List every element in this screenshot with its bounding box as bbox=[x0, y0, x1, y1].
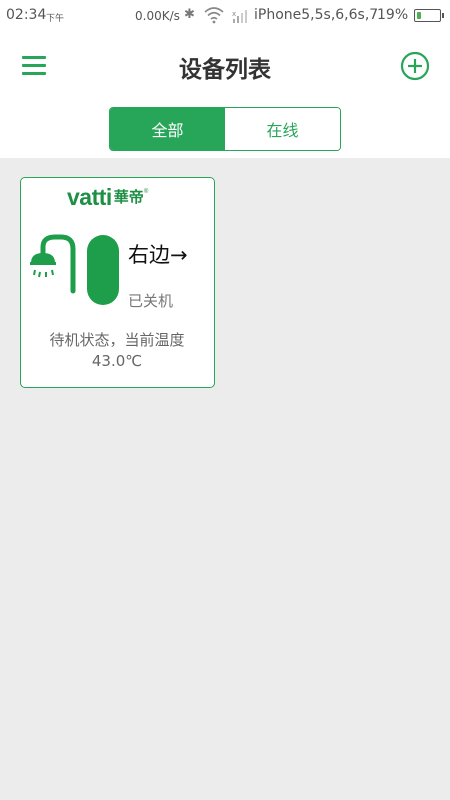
device-status-line: 待机状态，当前温度 bbox=[49, 331, 185, 349]
plus-circle-icon[interactable] bbox=[400, 51, 430, 81]
brand-logo-en: vatti bbox=[67, 184, 112, 210]
tab-all[interactable]: 全部 bbox=[110, 108, 225, 150]
battery-percent: 19% bbox=[377, 7, 409, 23]
status-bar: 02:34 下午 0.00K/s ✱ x iPhone5,5s,6,6s,7 1… bbox=[0, 0, 450, 32]
battery-icon bbox=[414, 9, 444, 22]
page-title: 设备列表 bbox=[179, 57, 271, 83]
device-status: 待机状态，当前温度 43.0℃ bbox=[21, 330, 213, 372]
brand-logo-cn: 華帝 bbox=[113, 189, 144, 206]
signal-icon: x bbox=[232, 10, 247, 23]
device-name: 右边→ bbox=[128, 243, 188, 267]
device-power-state: 已关机 bbox=[128, 292, 174, 310]
app-header: 设备列表 全部 在线 bbox=[0, 32, 450, 158]
bluetooth-icon: ✱ bbox=[184, 7, 195, 22]
carrier-name: iPhone5,5s,6,6s,7 bbox=[254, 7, 379, 23]
battery-fill bbox=[417, 12, 421, 19]
device-card[interactable]: vatti 華帝® 右边→ 已关机 待机状态，当前温度 43.0℃ bbox=[20, 177, 215, 388]
brand-logo: vatti 華帝® bbox=[67, 184, 149, 210]
wifi-icon bbox=[204, 7, 224, 24]
device-temperature: 43.0℃ bbox=[91, 352, 143, 370]
svg-text:x: x bbox=[232, 10, 236, 18]
filter-tabs: 全部 在线 bbox=[109, 107, 341, 151]
status-time: 02:34 bbox=[6, 7, 47, 23]
status-ampm: 下午 bbox=[46, 14, 65, 24]
tab-online[interactable]: 在线 bbox=[225, 108, 340, 150]
network-speed: 0.00K/s bbox=[135, 9, 180, 23]
water-heater-shower-icon bbox=[30, 234, 119, 305]
